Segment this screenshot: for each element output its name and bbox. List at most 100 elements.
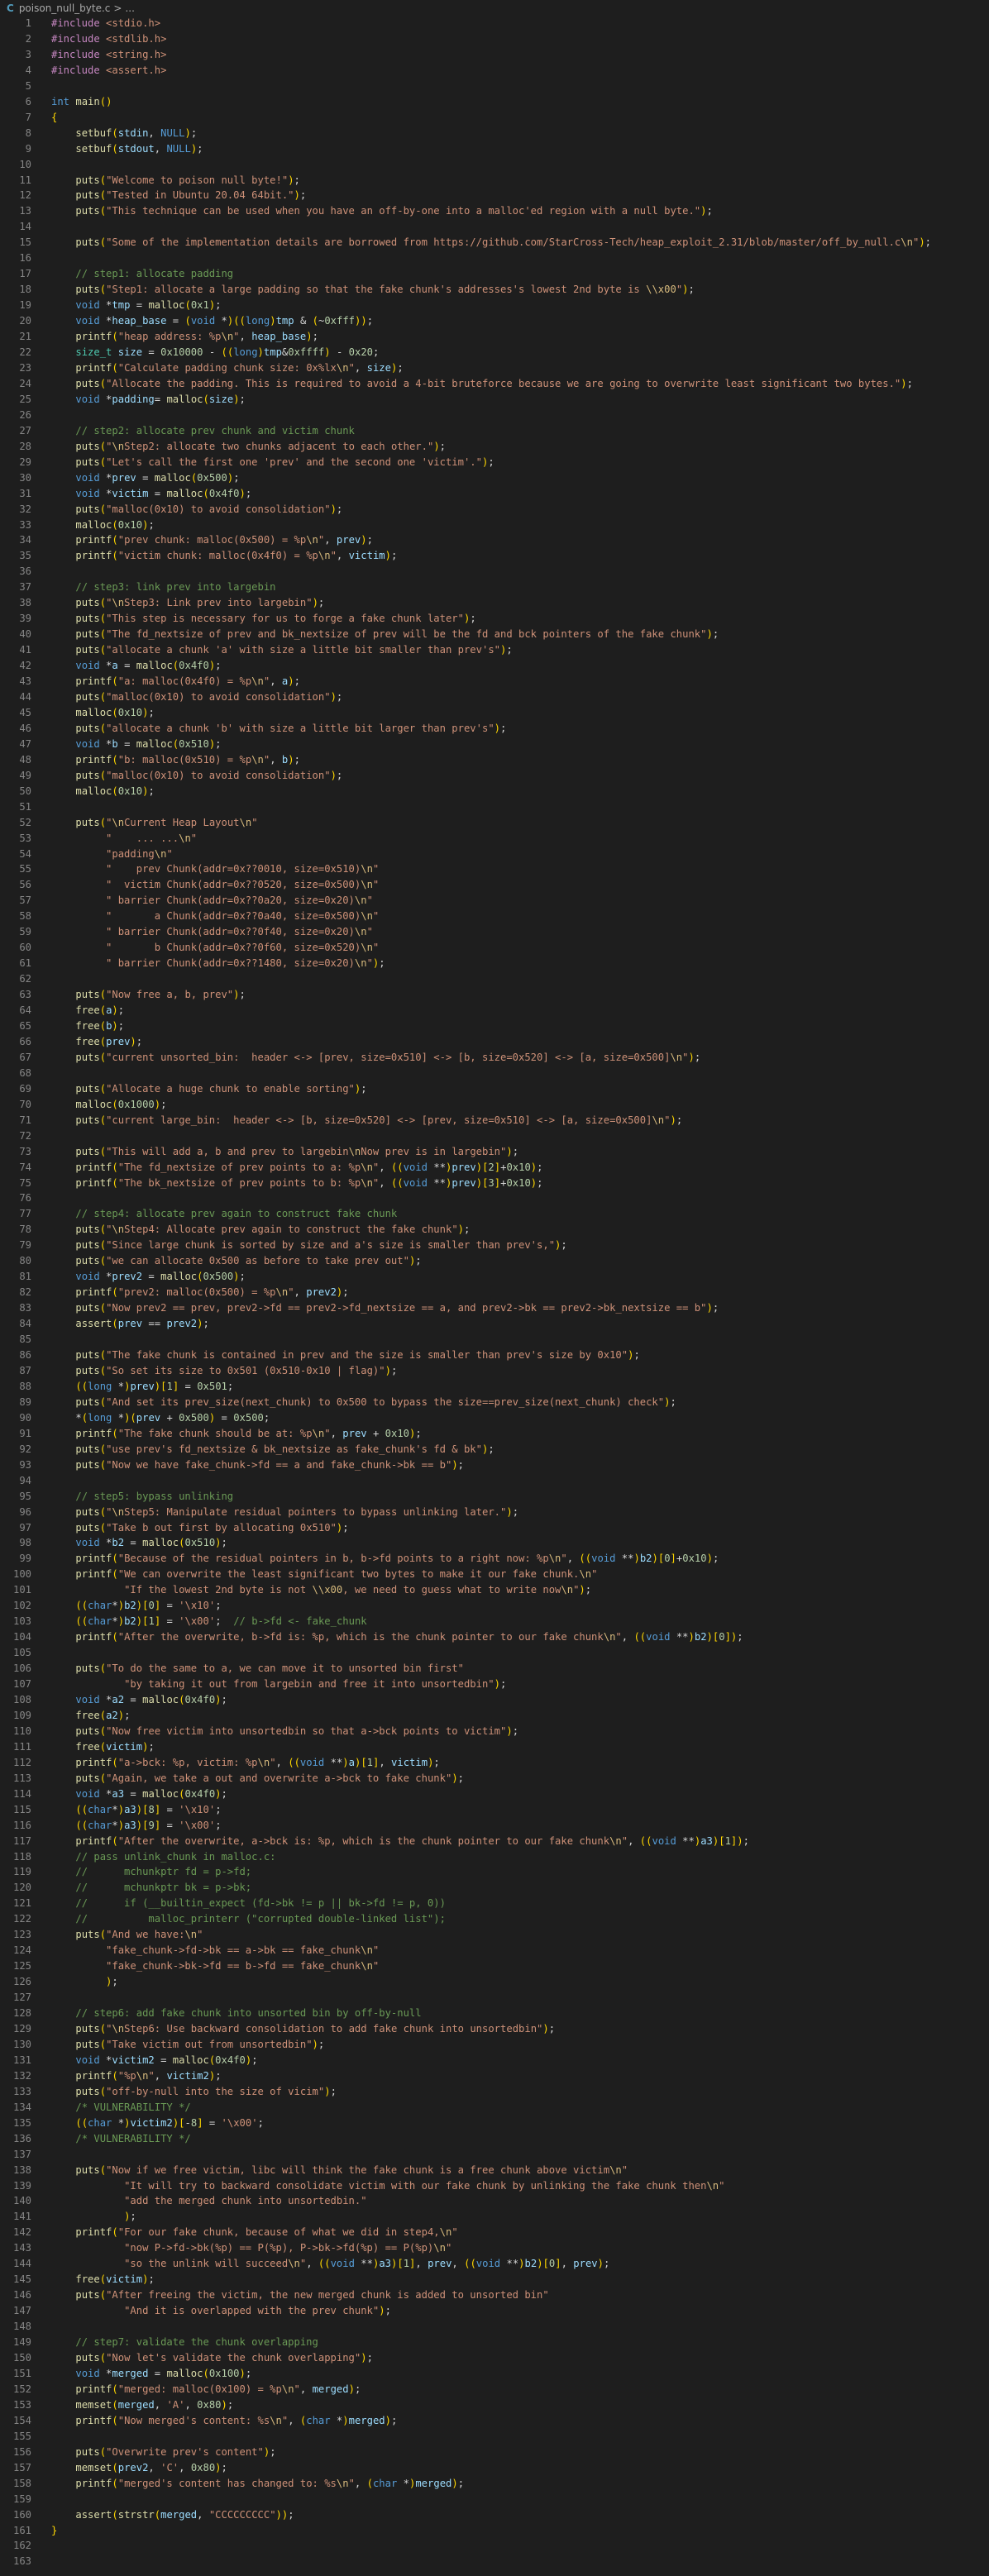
code-line[interactable]: 94 — [0, 1473, 989, 1489]
code-line[interactable]: 55 " prev Chunk(addr=0x??0010, size=0x51… — [0, 861, 989, 877]
code-line[interactable]: 65 free(b); — [0, 1018, 989, 1034]
code-line[interactable]: 91 printf("The fake chunk should be at: … — [0, 1426, 989, 1442]
code-line[interactable]: 77 // step4: allocate prev again to cons… — [0, 1206, 989, 1222]
code-line[interactable]: 42 void *a = malloc(0x4f0); — [0, 658, 989, 674]
code-line[interactable]: 127 — [0, 1990, 989, 2006]
code-line[interactable]: 78 puts("\nStep4: Allocate prev again to… — [0, 1222, 989, 1238]
code-line[interactable]: 154 printf("Now merged's content: %s\n",… — [0, 2413, 989, 2429]
code-line[interactable]: 86 puts("The fake chunk is contained in … — [0, 1348, 989, 1363]
code-line[interactable]: 98 void *b2 = malloc(0x510); — [0, 1535, 989, 1551]
code-line[interactable]: 1 #include <stdio.h> — [0, 16, 989, 31]
code-line[interactable]: 30 void *prev = malloc(0x500); — [0, 470, 989, 486]
code-line[interactable]: 35 printf("victim chunk: malloc(0x4f0) =… — [0, 548, 989, 564]
code-line[interactable]: 83 puts("Now prev2 == prev, prev2->fd ==… — [0, 1300, 989, 1316]
code-line[interactable]: 47 void *b = malloc(0x510); — [0, 737, 989, 752]
code-line[interactable]: 39 puts("This step is necessary for us t… — [0, 611, 989, 627]
code-line[interactable]: 143 "now P->fd->bk(%p) == P(%p), P->bk->… — [0, 2240, 989, 2256]
code-line[interactable]: 37 // step3: link prev into largebin — [0, 580, 989, 595]
code-line[interactable]: 120 // mchunkptr bk = p->bk; — [0, 1880, 989, 1896]
code-line[interactable]: 21 printf("heap address: %p\n", heap_bas… — [0, 329, 989, 345]
code-line[interactable]: 119 // mchunkptr fd = p->fd; — [0, 1864, 989, 1880]
code-line[interactable]: 150 puts("Now let's validate the chunk o… — [0, 2350, 989, 2366]
code-line[interactable]: 79 puts("Since large chunk is sorted by … — [0, 1238, 989, 1253]
code-line[interactable]: 161} — [0, 2523, 989, 2539]
code-line[interactable]: 155 — [0, 2429, 989, 2445]
code-line[interactable]: 10 — [0, 157, 989, 173]
code-line[interactable]: 63 puts("Now free a, b, prev"); — [0, 987, 989, 1003]
code-line[interactable]: 104 printf("After the overwrite, b->fd i… — [0, 1629, 989, 1645]
code-line[interactable]: 70 malloc(0x1000); — [0, 1097, 989, 1113]
code-line[interactable]: 62 — [0, 971, 989, 987]
code-line[interactable]: 140 "add the merged chunk into unsortedb… — [0, 2193, 989, 2209]
code-line[interactable]: 75 printf("The bk_nextsize of prev point… — [0, 1176, 989, 1191]
code-line[interactable]: 61 " barrier Chunk(addr=0x??1480, size=0… — [0, 956, 989, 971]
code-line[interactable]: 141 ); — [0, 2209, 989, 2225]
code-line[interactable]: 58 " a Chunk(addr=0x??0a40, size=0x500)\… — [0, 909, 989, 924]
code-line[interactable]: 134 /* VULNERABILITY */ — [0, 2100, 989, 2116]
code-line[interactable]: 11 puts("Welcome to poison null byte!"); — [0, 173, 989, 188]
code-line[interactable]: 44 puts("malloc(0x10) to avoid consolida… — [0, 689, 989, 705]
code-line[interactable]: 12 puts("Tested in Ubuntu 20.04 64bit.")… — [0, 188, 989, 203]
code-line[interactable]: 36 — [0, 564, 989, 580]
code-line[interactable]: 95 // step5: bypass unlinking — [0, 1489, 989, 1505]
code-line[interactable]: 85 — [0, 1332, 989, 1348]
code-line[interactable]: 18 puts("Step1: allocate a large padding… — [0, 282, 989, 298]
code-line[interactable]: 159 — [0, 2492, 989, 2507]
code-line[interactable]: 148 — [0, 2319, 989, 2335]
code-line[interactable]: 124 "fake_chunk->fd->bk == a->bk == fake… — [0, 1943, 989, 1958]
code-line[interactable]: 136 /* VULNERABILITY */ — [0, 2131, 989, 2147]
code-line[interactable]: 160 assert(strstr(merged, "CCCCCCCCC")); — [0, 2507, 989, 2523]
code-line[interactable]: 100 printf("We can overwrite the least s… — [0, 1567, 989, 1582]
code-line[interactable]: 106 puts("To do the same to a, we can mo… — [0, 1661, 989, 1677]
code-line[interactable]: 116 ((char*)a3)[9] = '\x00'; — [0, 1818, 989, 1834]
code-line[interactable]: 19 void *tmp = malloc(0x1); — [0, 298, 989, 313]
code-line[interactable]: 138 puts("Now if we free victim, libc wi… — [0, 2163, 989, 2178]
code-line[interactable]: 132 printf("%p\n", victim2); — [0, 2068, 989, 2084]
code-line[interactable]: 111 free(victim); — [0, 1739, 989, 1755]
code-line[interactable]: 84 assert(prev == prev2); — [0, 1316, 989, 1332]
code-line[interactable]: 129 puts("\nStep6: Use backward consolid… — [0, 2021, 989, 2037]
code-line[interactable]: 142 printf("For our fake chunk, because … — [0, 2225, 989, 2240]
code-line[interactable]: 101 "If the lowest 2nd byte is not \\x00… — [0, 1582, 989, 1598]
code-line[interactable]: 16 — [0, 250, 989, 266]
code-line[interactable]: 109 free(a2); — [0, 1708, 989, 1724]
code-line[interactable]: 145 free(victim); — [0, 2272, 989, 2287]
code-line[interactable]: 29 puts("Let's call the first one 'prev'… — [0, 455, 989, 470]
code-line[interactable]: 103 ((char*)b2)[1] = '\x00'; // b->fd <-… — [0, 1614, 989, 1629]
code-line[interactable]: 157 memset(prev2, 'C', 0x80); — [0, 2460, 989, 2476]
code-line[interactable]: 97 puts("Take b out first by allocating … — [0, 1520, 989, 1536]
code-line[interactable]: 139 "It will try to backward consolidate… — [0, 2178, 989, 2194]
code-line[interactable]: 2 #include <stdlib.h> — [0, 31, 989, 47]
code-line[interactable]: 54 "padding\n" — [0, 847, 989, 862]
code-line[interactable]: 76 — [0, 1190, 989, 1206]
code-line[interactable]: 130 puts("Take victim out from unsortedb… — [0, 2037, 989, 2053]
code-line[interactable]: 93 puts("Now we have fake_chunk->fd == a… — [0, 1457, 989, 1473]
code-line[interactable]: 68 — [0, 1066, 989, 1081]
code-line[interactable]: 20 void *heap_base = (void *)((long)tmp … — [0, 313, 989, 329]
code-line[interactable]: 59 " barrier Chunk(addr=0x??0f40, size=0… — [0, 924, 989, 940]
code-line[interactable]: 74 printf("The fd_nextsize of prev point… — [0, 1160, 989, 1176]
code-line[interactable]: 40 puts("The fd_nextsize of prev and bk_… — [0, 627, 989, 642]
code-line[interactable]: 158 printf("merged's content has changed… — [0, 2476, 989, 2492]
code-line[interactable]: 67 puts("current unsorted_bin: header <-… — [0, 1050, 989, 1066]
code-line[interactable]: 48 printf("b: malloc(0x510) = %p\n", b); — [0, 752, 989, 768]
code-line[interactable]: 64 free(a); — [0, 1003, 989, 1018]
code-line[interactable]: 50 malloc(0x10); — [0, 784, 989, 799]
code-line[interactable]: 162 — [0, 2538, 989, 2554]
code-line[interactable]: 17 // step1: allocate padding — [0, 266, 989, 282]
code-line[interactable]: 60 " b Chunk(addr=0x??0f60, size=0x520)\… — [0, 940, 989, 956]
breadcrumb[interactable]: C poison_null_byte.c > ... — [0, 0, 989, 16]
code-line[interactable]: 108 void *a2 = malloc(0x4f0); — [0, 1692, 989, 1708]
code-line[interactable]: 115 ((char*)a3)[8] = '\x10'; — [0, 1802, 989, 1818]
code-line[interactable]: 87 puts("So set its size to 0x501 (0x510… — [0, 1363, 989, 1379]
code-line[interactable]: 56 " victim Chunk(addr=0x??0520, size=0x… — [0, 877, 989, 893]
code-line[interactable]: 32 puts("malloc(0x10) to avoid consolida… — [0, 502, 989, 518]
code-line[interactable]: 45 malloc(0x10); — [0, 705, 989, 721]
code-line[interactable]: 128 // step6: add fake chunk into unsort… — [0, 2006, 989, 2021]
breadcrumb-symbols[interactable]: ... — [125, 2, 134, 14]
code-line[interactable]: 43 printf("a: malloc(0x4f0) = %p\n", a); — [0, 674, 989, 689]
code-line[interactable]: 102 ((char*)b2)[0] = '\x10'; — [0, 1598, 989, 1614]
code-line[interactable]: 9 setbuf(stdout, NULL); — [0, 141, 989, 157]
code-line[interactable]: 24 puts("Allocate the padding. This is r… — [0, 376, 989, 392]
code-line[interactable]: 3 #include <string.h> — [0, 47, 989, 63]
